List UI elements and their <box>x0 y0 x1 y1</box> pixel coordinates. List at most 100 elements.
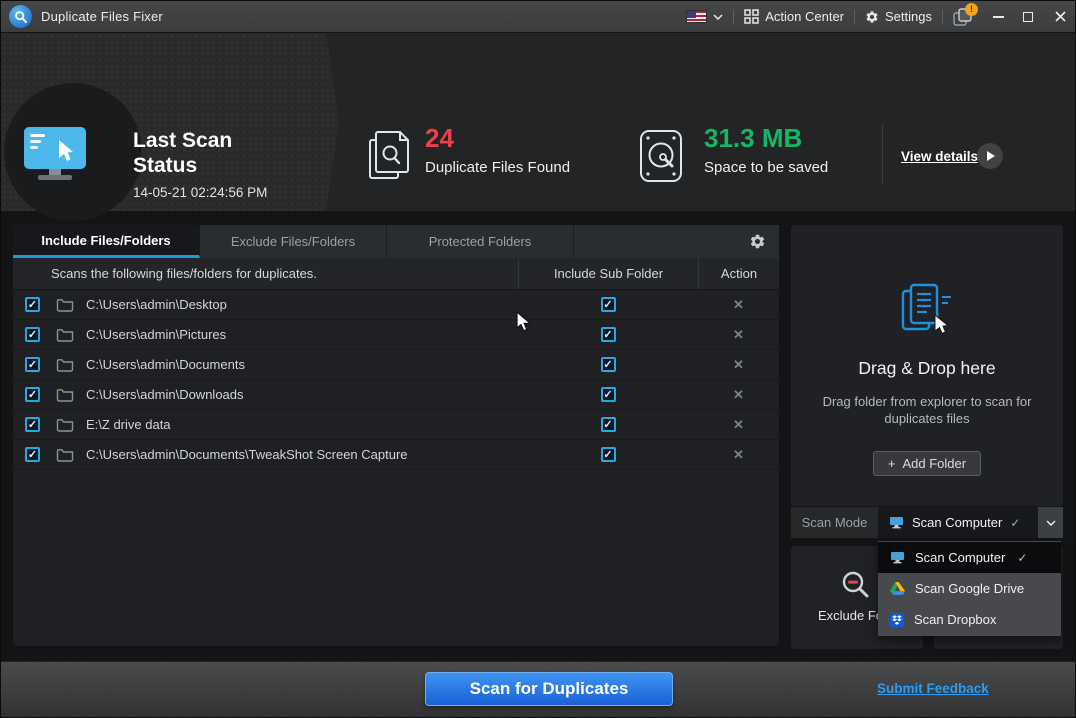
minimize-icon <box>993 16 1004 18</box>
folder-icon <box>56 357 74 372</box>
table-row: ✓ C:\Users\admin\Documents ✓ ✕ <box>13 350 779 380</box>
scan-mode-value: Scan Computer <box>912 515 1002 530</box>
scan-mode-label: Scan Mode <box>791 507 878 538</box>
play-arrow-icon <box>987 151 995 161</box>
tab-protected-folders[interactable]: Protected Folders <box>387 225 574 258</box>
computer-monitor-icon <box>23 126 87 182</box>
subfolder-checkbox[interactable]: ✓ <box>601 357 616 372</box>
last-scan-header: Last Scan Status 14-05-21 02:24:56 PM 24… <box>1 33 1076 211</box>
scan-mode-select[interactable]: Scan Computer ✓ <box>878 507 1038 538</box>
remove-folder-button[interactable]: ✕ <box>733 417 744 433</box>
subfolder-checkbox[interactable]: ✓ <box>601 297 616 312</box>
check-icon: ✓ <box>603 298 612 311</box>
offers-button[interactable]: ! <box>943 1 983 32</box>
magnifier-minus-icon <box>841 570 871 600</box>
tab-include-files-folders[interactable]: Include Files/Folders <box>13 225 200 258</box>
maximize-button[interactable] <box>1013 1 1043 32</box>
check-icon: ✓ <box>1017 551 1027 565</box>
folder-icon <box>56 297 74 312</box>
footer-bar: Scan for Duplicates Submit Feedback <box>1 661 1076 718</box>
grid-icon <box>744 9 759 24</box>
tab-exclude-files-folders[interactable]: Exclude Files/Folders <box>200 225 387 258</box>
remove-folder-button[interactable]: ✕ <box>733 327 744 343</box>
last-scan-title-line1: Last Scan <box>133 128 267 153</box>
settings-button[interactable]: Settings <box>855 1 942 32</box>
dropdown-item-scan-dropbox[interactable]: Scan Dropbox <box>878 604 1061 635</box>
scan-mode-dropdown-menu: Scan Computer ✓ Scan Google Drive Scan D… <box>878 541 1061 636</box>
maximize-icon <box>1023 12 1033 22</box>
check-icon: ✓ <box>603 358 612 371</box>
table-row: ✓ C:\Users\admin\Desktop ✓ ✕ <box>13 290 779 320</box>
row-checkbox[interactable]: ✓ <box>25 417 40 432</box>
drag-drop-files-icon <box>895 281 959 339</box>
view-details-arrow-button[interactable] <box>977 143 1003 169</box>
row-checkbox[interactable]: ✓ <box>25 297 40 312</box>
folder-path: C:\Users\admin\Desktop <box>86 297 227 312</box>
scan-mode-dropdown-button[interactable] <box>1038 507 1063 538</box>
row-checkbox[interactable]: ✓ <box>25 357 40 372</box>
view-details-link[interactable]: View details <box>901 149 978 164</box>
subfolder-checkbox[interactable]: ✓ <box>601 447 616 462</box>
dropbox-icon <box>890 613 904 627</box>
dropdown-item-scan-google-drive[interactable]: Scan Google Drive <box>878 573 1061 604</box>
column-include-sub-folder: Include Sub Folder <box>518 258 698 289</box>
row-checkbox[interactable]: ✓ <box>25 327 40 342</box>
minimize-button[interactable] <box>983 1 1013 32</box>
subfolder-checkbox[interactable]: ✓ <box>601 417 616 432</box>
action-center-button[interactable]: Action Center <box>734 1 854 32</box>
check-icon: ✓ <box>28 388 37 401</box>
computer-icon <box>890 551 905 564</box>
table-row: ✓ E:\Z drive data ✓ ✕ <box>13 410 779 440</box>
duplicates-label: Duplicate Files Found <box>425 159 570 176</box>
scan-mode-row: Scan Mode Scan Computer ✓ <box>791 507 1063 538</box>
google-drive-icon <box>890 582 905 595</box>
last-scan-title-line2: Status <box>133 153 267 178</box>
check-icon: ✓ <box>603 418 612 431</box>
folder-icon <box>56 387 74 402</box>
folder-path: E:\Z drive data <box>86 417 171 432</box>
check-icon: ✓ <box>28 328 37 341</box>
row-checkbox[interactable]: ✓ <box>25 387 40 402</box>
computer-icon <box>889 516 904 529</box>
tabbar: Include Files/Folders Exclude Files/Fold… <box>13 225 779 258</box>
us-flag-icon <box>686 10 707 23</box>
folder-icon <box>56 327 74 342</box>
dropdown-item-label: Scan Google Drive <box>915 581 1024 596</box>
check-icon: ✓ <box>28 448 37 461</box>
check-icon: ✓ <box>28 358 37 371</box>
close-button[interactable] <box>1043 1 1076 32</box>
mouse-cursor <box>516 311 534 333</box>
folder-path: C:\Users\admin\Pictures <box>86 327 226 342</box>
plus-icon: + <box>888 456 896 471</box>
close-icon <box>1055 11 1066 22</box>
app-logo-icon <box>9 5 32 28</box>
remove-folder-button[interactable]: ✕ <box>733 447 744 463</box>
remove-folder-button[interactable]: ✕ <box>733 297 744 313</box>
table-row: ✓ C:\Users\admin\Downloads ✓ ✕ <box>13 380 779 410</box>
drag-drop-hint: Drag folder from explorer to scan for du… <box>805 393 1049 427</box>
table-header-row: Scans the following files/folders for du… <box>13 258 779 290</box>
check-icon: ✓ <box>28 418 37 431</box>
submit-feedback-link[interactable]: Submit Feedback <box>877 681 989 696</box>
duplicates-count: 24 <box>425 123 454 154</box>
dropdown-item-scan-computer[interactable]: Scan Computer ✓ <box>878 542 1061 573</box>
add-folder-label: Add Folder <box>903 456 967 471</box>
add-folder-button[interactable]: + Add Folder <box>873 451 981 476</box>
last-scan-status: Last Scan Status 14-05-21 02:24:56 PM <box>133 128 267 200</box>
subfolder-checkbox[interactable]: ✓ <box>601 387 616 402</box>
scan-for-duplicates-button[interactable]: Scan for Duplicates <box>425 672 673 706</box>
remove-folder-button[interactable]: ✕ <box>733 357 744 373</box>
duplicate-files-icon <box>368 129 414 183</box>
folder-path: C:\Users\admin\Downloads <box>86 387 244 402</box>
chevron-down-icon <box>713 14 723 20</box>
space-saved-value: 31.3 MB <box>704 123 802 154</box>
remove-folder-button[interactable]: ✕ <box>733 387 744 403</box>
subfolder-checkbox[interactable]: ✓ <box>601 327 616 342</box>
drag-drop-zone[interactable]: Drag & Drop here Drag folder from explor… <box>791 225 1063 506</box>
row-checkbox[interactable]: ✓ <box>25 447 40 462</box>
drag-drop-title: Drag & Drop here <box>791 358 1063 379</box>
folder-icon <box>56 417 74 432</box>
language-selector[interactable] <box>676 1 733 32</box>
scan-settings-gear-icon[interactable] <box>749 233 766 250</box>
folder-icon <box>56 447 74 462</box>
